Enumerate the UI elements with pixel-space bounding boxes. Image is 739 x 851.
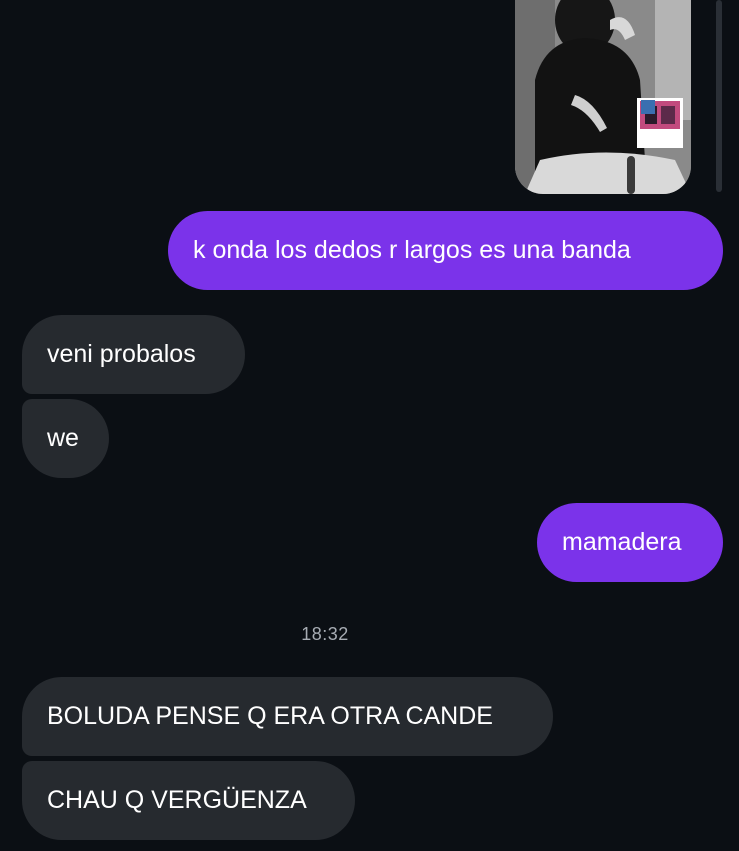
message-text: BOLUDA PENSE Q ERA OTRA CANDE xyxy=(47,702,493,730)
message-bubble-incoming[interactable]: CHAU Q VERGÜENZA xyxy=(22,761,355,840)
message-bubble-outgoing[interactable]: mamadera xyxy=(537,503,723,582)
message-text: we xyxy=(47,424,79,452)
message-bubble-incoming[interactable]: BOLUDA PENSE Q ERA OTRA CANDE xyxy=(22,677,553,756)
scrollbar[interactable] xyxy=(716,0,722,192)
message-timestamp: 18:32 xyxy=(301,624,349,644)
message-text: veni probalos xyxy=(47,340,196,368)
message-bubble-incoming[interactable]: veni probalos xyxy=(22,315,245,394)
photo-image xyxy=(515,0,691,194)
message-text: mamadera xyxy=(562,528,682,556)
message-bubble-outgoing[interactable]: k onda los dedos r largos es una banda xyxy=(168,211,723,290)
shared-photo-message[interactable] xyxy=(515,0,691,194)
message-text: CHAU Q VERGÜENZA xyxy=(47,786,307,814)
message-bubble-incoming[interactable]: we xyxy=(22,399,109,478)
message-text: k onda los dedos r largos es una banda xyxy=(193,236,631,264)
